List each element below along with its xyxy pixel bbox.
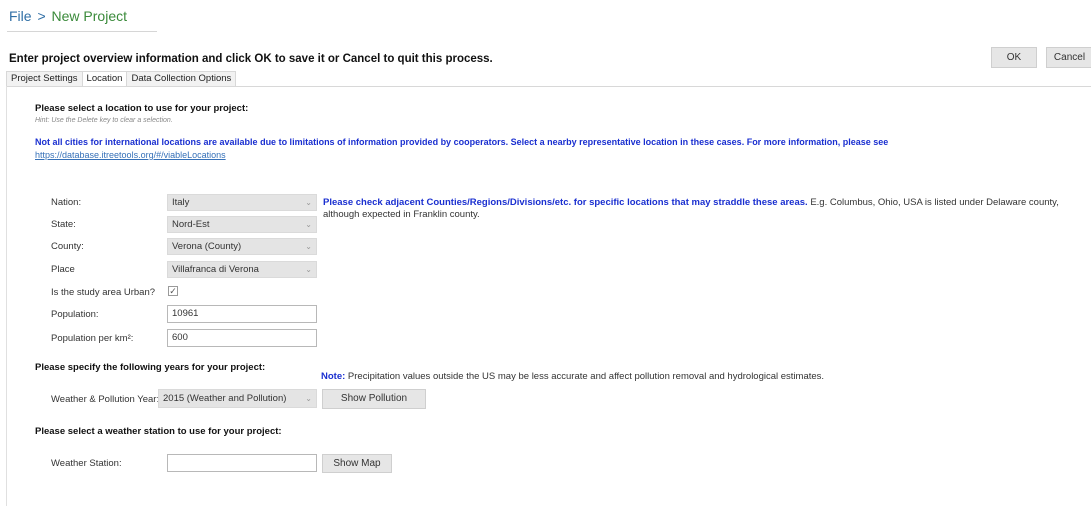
population-density-input[interactable]: 600 [167,329,317,347]
location-heading: Please select a location to use for your… [35,103,249,114]
urban-checkbox[interactable]: ✓ [168,286,178,296]
tab-divider [6,86,1091,87]
location-hint: Hint: Use the Delete key to clear a sele… [35,117,173,124]
chevron-down-icon: ⌄ [305,242,312,251]
weather-station-input[interactable] [167,454,317,472]
weather-year-label: Weather & Pollution Year: [51,394,160,405]
breadcrumb-file[interactable]: File [9,8,32,24]
population-label: Population: [51,309,99,320]
straddle-note: Please check adjacent Counties/Regions/D… [323,197,1083,221]
weather-year-value: 2015 (Weather and Pollution) [163,393,287,404]
page-instructions: Enter project overview information and c… [9,53,493,65]
state-value: Nord-Est [172,219,210,230]
chevron-down-icon: ⌄ [305,265,312,274]
place-value: Villafranca di Verona [172,264,259,275]
tab-data-collection-options[interactable]: Data Collection Options [126,71,237,86]
weather-station-label: Weather Station: [51,458,122,469]
tab-bar: Project Settings Location Data Collectio… [6,71,237,87]
tab-location[interactable]: Location [81,71,128,86]
location-notice-text: Not all cities for international locatio… [35,137,889,147]
county-value: Verona (County) [172,241,242,252]
breadcrumb-separator: > [37,8,46,24]
place-label: Place [51,264,75,275]
precipitation-note: Note: Precipitation values outside the U… [321,371,824,382]
county-select[interactable]: Verona (County) ⌄ [167,238,317,255]
station-heading: Please select a weather station to use f… [35,426,282,437]
show-pollution-button[interactable]: Show Pollution [322,389,426,409]
weather-year-select[interactable]: 2015 (Weather and Pollution) ⌄ [158,389,317,408]
cancel-button[interactable]: Cancel [1046,47,1091,68]
nation-select[interactable]: Italy ⌄ [167,194,317,211]
straddle-note-bold: Please check adjacent Counties/Regions/D… [323,197,808,208]
breadcrumb-current: New Project [51,8,127,24]
population-input[interactable]: 10961 [167,305,317,323]
chevron-down-icon: ⌄ [305,220,312,229]
tab-project-settings[interactable]: Project Settings [6,71,83,86]
county-label: County: [51,241,84,252]
precipitation-note-text: Precipitation values outside the US may … [347,371,825,382]
years-heading: Please specify the following years for y… [35,362,266,373]
state-label: State: [51,219,76,230]
show-map-button[interactable]: Show Map [322,454,392,473]
place-select[interactable]: Villafranca di Verona ⌄ [167,261,317,278]
population-density-label: Population per km²: [51,333,134,344]
location-notice: Not all cities for international locatio… [35,136,1075,162]
breadcrumb-divider [7,31,157,32]
nation-label: Nation: [51,197,82,208]
state-select[interactable]: Nord-Est ⌄ [167,216,317,233]
panel-left-border [6,86,7,506]
chevron-down-icon: ⌄ [305,394,312,403]
chevron-down-icon: ⌄ [305,198,312,207]
precipitation-note-bold: Note: [321,371,346,382]
ok-button[interactable]: OK [991,47,1037,68]
urban-label: Is the study area Urban? [51,287,156,298]
breadcrumb: File > New Project [9,8,127,24]
viable-locations-link[interactable]: https://database.itreetools.org/#/viable… [35,150,226,160]
nation-value: Italy [172,197,190,208]
